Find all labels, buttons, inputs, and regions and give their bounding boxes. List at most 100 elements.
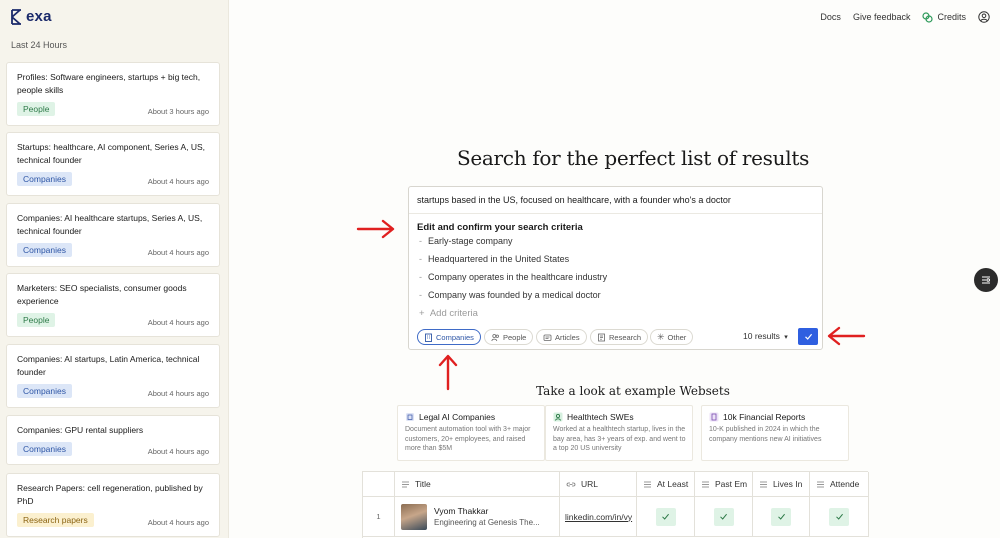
table-cell-title[interactable]: Vyom Thakkar Engineering at Genesis The.… [395, 497, 560, 537]
table-header-label: URL [581, 479, 599, 489]
history-card[interactable]: Companies: AI startups, Latin America, t… [6, 344, 220, 408]
criteria-item-label: Company was founded by a medical doctor [428, 290, 601, 300]
confirm-search-button[interactable] [798, 328, 818, 345]
history-card[interactable]: Profiles: Software engineers, startups +… [6, 62, 220, 126]
chevron-down-icon: ▾ [784, 334, 788, 341]
examples-title: Take a look at example Websets [536, 384, 730, 398]
table-cell-criteria [637, 497, 695, 537]
list-settings-icon [982, 276, 990, 284]
annotation-arrow-left [827, 326, 866, 346]
entity-type-label: Companies [436, 332, 474, 342]
add-criteria-label: Add criteria [429, 308, 478, 319]
entity-type-label: Other [667, 332, 687, 342]
entity-type-people[interactable]: People [484, 329, 534, 345]
history-card[interactable]: Research Papers: cell regeneration, publ… [6, 473, 220, 537]
history-card-tag: Companies [17, 172, 72, 186]
example-webset-title: Legal AI Companies [419, 412, 496, 422]
entity-type-other[interactable]: ✳ Other [650, 329, 694, 345]
person-name: Vyom Thakkar [434, 505, 489, 516]
table-cell-url[interactable]: linkedin.com/in/vy [560, 497, 637, 537]
search-query-input[interactable]: startups based in the US, focused on hea… [417, 195, 731, 205]
history-card-title: Companies: AI startups, Latin America, t… [17, 354, 200, 377]
history-card-tag: People [17, 313, 56, 327]
history-card-tag: Research papers [17, 513, 94, 527]
history-card-tag: Companies [17, 243, 72, 257]
criteria-list-icon [644, 481, 651, 487]
table-header[interactable]: Title [395, 472, 560, 497]
person-icon [553, 412, 563, 422]
criteria-list-icon [702, 481, 709, 487]
table-header[interactable]: URL [560, 472, 637, 497]
criteria-match-badge [829, 507, 849, 526]
give-feedback-link[interactable]: Give feedback [853, 12, 911, 22]
history-card-time: About 4 hours ago [147, 447, 209, 456]
history-card[interactable]: Companies: GPU rental suppliers Companie… [6, 415, 220, 465]
table-cell-criteria [695, 497, 753, 537]
table-header-label: Lives In [773, 479, 803, 489]
docs-link[interactable]: Docs [820, 12, 841, 22]
criteria-item[interactable]: - Company was founded by a medical doctor [419, 290, 601, 300]
link-icon [566, 482, 576, 486]
divider [409, 213, 822, 214]
history-card-tag: Companies [17, 384, 72, 398]
criteria-item[interactable]: - Company operates in the healthcare indu… [419, 272, 607, 282]
history-card[interactable]: Startups: healthcare, AI component, Seri… [6, 132, 220, 196]
history-card-time: About 4 hours ago [147, 389, 209, 398]
table-cell-criteria [753, 497, 810, 537]
table-header[interactable]: Attende [810, 472, 869, 497]
results-count-dropdown[interactable]: 10 results ▾ [743, 331, 788, 341]
example-webset-title: Healthtech SWEs [567, 412, 634, 422]
history-card-title: Companies: GPU rental suppliers [17, 425, 144, 435]
history-card-title: Companies: AI healthcare startups, Serie… [17, 213, 203, 236]
criteria-item[interactable]: - Early-stage company [419, 236, 513, 246]
example-webset-card[interactable]: Legal AI Companies Document automation t… [397, 405, 545, 461]
table-cell-criteria [810, 497, 869, 537]
logo[interactable]: exa [11, 8, 52, 25]
criteria-item[interactable]: - Headquartered in the United States [419, 254, 569, 264]
table-header-label: At Least [657, 479, 689, 489]
url-link[interactable]: linkedin.com/in/vy [565, 512, 632, 522]
credits-icon [922, 11, 934, 23]
table-header-label: Past Em [715, 479, 748, 489]
row-index: 1 [363, 497, 395, 537]
panel-toggle-button[interactable] [974, 268, 998, 292]
top-nav: Docs Give feedback Credits [808, 11, 990, 23]
example-webset-desc: Document automation tool with 3+ major c… [405, 426, 531, 452]
entity-type-research[interactable]: Research [590, 329, 649, 345]
example-webset-card[interactable]: 10k Financial Reports 10-K published in … [701, 405, 849, 461]
criteria-item-label: Headquartered in the United States [428, 254, 570, 264]
avatar [401, 503, 427, 530]
table-header-index [363, 472, 395, 497]
history-card[interactable]: Companies: AI healthcare startups, Serie… [6, 203, 220, 267]
criteria-match-badge [655, 507, 676, 526]
history-card-time: About 4 hours ago [147, 518, 209, 527]
criteria-match-badge [771, 507, 791, 526]
credits-button[interactable]: Credits [922, 11, 966, 23]
building-icon [425, 333, 432, 342]
entity-type-companies[interactable]: Companies [417, 329, 481, 345]
sidebar: exa Last 24 Hours Profiles: Software eng… [0, 0, 229, 538]
check-icon [662, 513, 669, 520]
user-icon[interactable] [978, 11, 990, 23]
check-icon [804, 333, 812, 340]
example-webset-desc: 10-K published in 2024 in which the comp… [709, 426, 822, 443]
table-header-label: Attende [830, 479, 860, 489]
entity-type-label: Research [609, 332, 642, 342]
articles-icon [543, 334, 552, 341]
entity-type-articles[interactable]: Articles [536, 329, 587, 345]
table-header[interactable]: At Least [637, 472, 695, 497]
table-header[interactable]: Past Em [695, 472, 753, 497]
check-icon [777, 513, 785, 520]
criteria-title: Edit and confirm your search criteria [417, 222, 583, 233]
criteria-item-label: Company operates in the healthcare indus… [428, 272, 608, 282]
search-panel: startups based in the US, focused on hea… [408, 186, 823, 350]
add-criteria-button[interactable]: + Add criteria [419, 308, 478, 319]
sidebar-section-title: Last 24 Hours [11, 40, 68, 50]
history-card[interactable]: Marketers: SEO specialists, consumer goo… [6, 273, 220, 337]
table-header[interactable]: Lives In [753, 472, 810, 497]
example-webset-title: 10k Financial Reports [723, 412, 806, 422]
example-webset-card[interactable]: Healthtech SWEs Worked at a healthtech s… [545, 405, 693, 461]
history-card-time: About 3 hours ago [147, 107, 209, 116]
table-header-label: Title [415, 479, 431, 489]
history-card-tag: People [17, 102, 56, 116]
